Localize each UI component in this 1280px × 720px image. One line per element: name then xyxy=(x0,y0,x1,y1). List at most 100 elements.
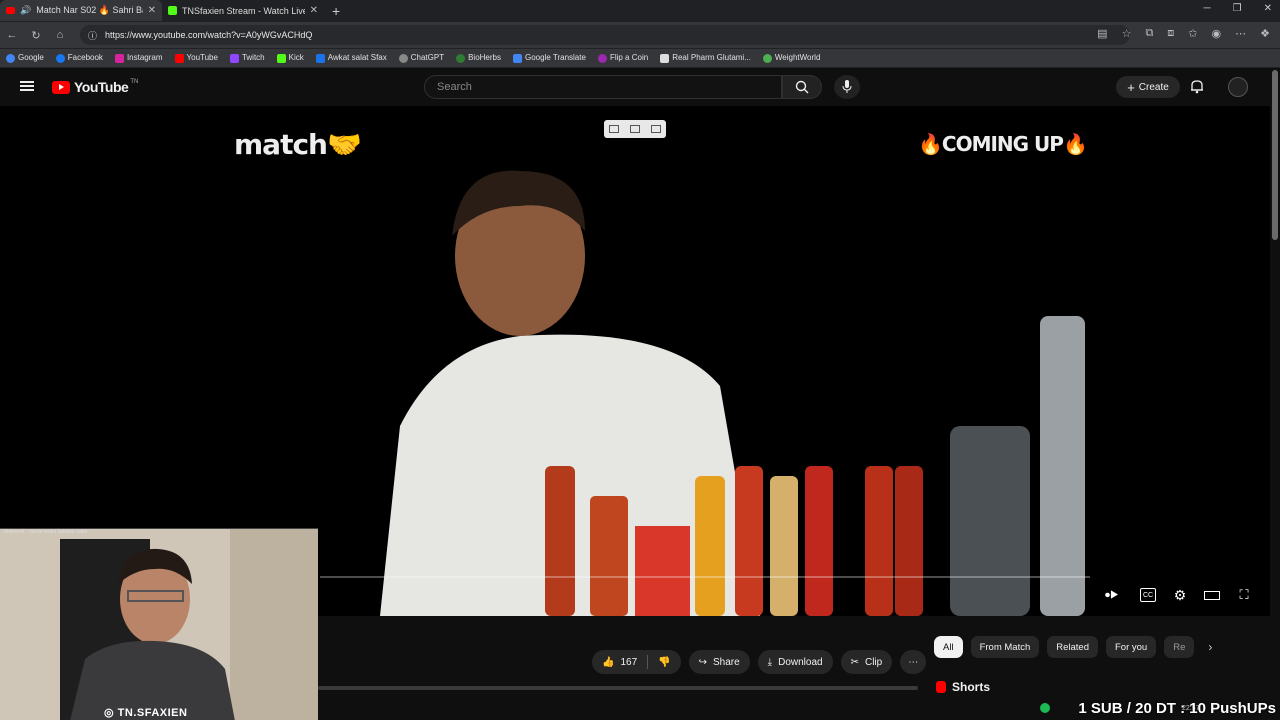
tab-title: Match Nar S02 🔥 Sahri Bah... xyxy=(36,5,142,15)
back-icon[interactable]: ← xyxy=(0,29,24,41)
copilot-icon[interactable]: ❖ xyxy=(1260,27,1270,40)
bookmark-realpharm[interactable]: Real Pharm Glutami... xyxy=(660,53,751,63)
tab-kick[interactable]: TNSfaxien Stream - Watch Live o... ✕ xyxy=(162,0,324,21)
download-icon: ⤓ xyxy=(767,656,773,668)
thumbs-down-icon[interactable]: 👎 xyxy=(658,657,670,668)
recommendation-chips: All From Match Related For you Re › xyxy=(934,636,1212,658)
new-tab-button[interactable]: + xyxy=(332,3,340,19)
bookmark-weightworld[interactable]: WeightWorld xyxy=(762,53,820,63)
extensions-icon[interactable]: ⧉ xyxy=(1145,27,1153,40)
search-button[interactable] xyxy=(782,75,822,99)
tab-strip: 🔊 Match Nar S02 🔥 Sahri Bah... ✕ TNSfaxi… xyxy=(0,0,1280,21)
streamer-handle: ◎ TN.SFAXIEN xyxy=(104,707,188,719)
menu-icon[interactable] xyxy=(20,81,34,91)
settings-gear-icon[interactable]: ⚙ xyxy=(1172,587,1188,603)
search-input[interactable]: Search xyxy=(424,75,782,99)
address-bar-row: ← ↻ ⌂ ⓘ https://www.youtube.com/watch?v=… xyxy=(0,22,1280,48)
close-tab-icon[interactable]: ✕ xyxy=(148,5,156,16)
page-scrollbar[interactable] xyxy=(1272,70,1278,240)
profile-icon[interactable]: ◉ xyxy=(1212,27,1222,40)
video-actions: 👍 167 👎 ↪ Share ⤓ Download ✂ Clip ⋯ xyxy=(592,650,927,674)
chevron-right-icon[interactable]: › xyxy=(1208,640,1212,654)
chip-related[interactable]: Related xyxy=(1047,636,1098,658)
tab-title: TNSfaxien Stream - Watch Live o... xyxy=(182,5,305,16)
speaker-icon[interactable]: 🔊 xyxy=(20,5,31,16)
chip-all[interactable]: All xyxy=(934,636,963,658)
tab-youtube[interactable]: 🔊 Match Nar S02 🔥 Sahri Bah... ✕ xyxy=(0,0,162,21)
home-icon[interactable]: ⌂ xyxy=(48,29,72,41)
microphone-icon xyxy=(842,80,852,93)
bookmark-chatgpt[interactable]: ChatGPT xyxy=(398,53,444,63)
like-count: 167 xyxy=(620,656,638,668)
reader-icon[interactable]: ▤ xyxy=(1097,27,1107,40)
shorts-header: Shorts xyxy=(936,680,990,694)
progress-bar[interactable] xyxy=(320,576,1090,578)
soda-siphon xyxy=(1040,316,1085,616)
close-tab-icon[interactable]: ✕ xyxy=(310,5,318,16)
chip-recent[interactable]: Re xyxy=(1164,636,1195,658)
kick-favicon-icon xyxy=(168,6,177,15)
reload-icon[interactable]: ↻ xyxy=(24,29,48,42)
youtube-logo[interactable]: YouTube TN xyxy=(52,79,138,95)
pip-icon[interactable] xyxy=(609,125,620,133)
download-button[interactable]: ⤓ Download xyxy=(757,650,833,674)
favorites-icon[interactable]: ✩ xyxy=(1188,27,1197,40)
bookmark-flip-coin[interactable]: Flip a Coin xyxy=(597,53,648,63)
chip-for-you[interactable]: For you xyxy=(1106,636,1157,658)
voice-search-button[interactable] xyxy=(834,75,860,99)
favorite-star-icon[interactable]: ☆ xyxy=(1122,27,1132,40)
spotify-icon xyxy=(1040,703,1050,713)
logo-text: YouTube xyxy=(74,79,129,95)
maximize-icon[interactable]: ❐ xyxy=(1233,3,1242,14)
youtube-header: YouTube TN Search + Create xyxy=(0,68,1280,106)
like-button[interactable]: 👍 167 👎 xyxy=(592,650,681,674)
capture-icon[interactable] xyxy=(629,125,640,133)
notifications-button[interactable] xyxy=(1190,79,1204,99)
hot-sauce-bottle xyxy=(735,466,763,616)
bookmark-instagram[interactable]: Instagram xyxy=(114,53,163,63)
chip-from-match[interactable]: From Match xyxy=(970,636,1040,658)
bookmark-twitch[interactable]: Twitch xyxy=(229,53,265,63)
bookmark-kick[interactable]: Kick xyxy=(276,53,304,63)
youtube-play-icon xyxy=(52,80,70,94)
theater-mode-icon[interactable] xyxy=(1204,590,1220,600)
youtube-favicon-icon xyxy=(6,7,15,14)
plus-icon: + xyxy=(1127,79,1135,95)
bookmark-bioherbs[interactable]: BioHerbs xyxy=(456,53,501,63)
more-dots-icon: ⋯ xyxy=(908,656,919,668)
horizontal-scrollbar[interactable] xyxy=(318,686,918,690)
video-overlay-tools xyxy=(604,120,666,138)
hot-sauce-bottle xyxy=(770,476,798,616)
bookmarks-bar: Google Facebook Instagram YouTube Twitch… xyxy=(0,49,1280,67)
country-code: TN xyxy=(130,79,139,85)
hot-sauce-bottle xyxy=(635,526,690,616)
search-icon xyxy=(795,80,809,94)
url-text: https://www.youtube.com/watch?v=A0yWGvAC… xyxy=(105,30,313,40)
minimize-icon[interactable]: ─ xyxy=(1204,3,1211,14)
window-controls: ─ ❐ ✕ xyxy=(1204,3,1272,14)
menu-dots-icon[interactable]: ⋯ xyxy=(1235,27,1246,40)
bookmark-google[interactable]: Google xyxy=(6,53,44,63)
share-button[interactable]: ↪ Share xyxy=(688,650,750,674)
fullscreen-icon[interactable]: ⛶ xyxy=(1236,587,1252,602)
captions-icon[interactable]: CC xyxy=(1140,588,1156,602)
bookmark-facebook[interactable]: Facebook xyxy=(55,53,103,63)
close-window-icon[interactable]: ✕ xyxy=(1264,3,1272,14)
collections-icon[interactable]: ⧈ xyxy=(1167,27,1174,40)
video-frame xyxy=(380,170,1085,616)
info-icon[interactable]: ⓘ xyxy=(88,29,97,42)
avatar[interactable] xyxy=(1228,77,1248,97)
hot-sauce-bottle xyxy=(895,466,923,616)
thumbs-up-icon: 👍 xyxy=(602,656,615,668)
address-bar[interactable]: ⓘ https://www.youtube.com/watch?v=A0yWGv… xyxy=(80,25,1130,45)
shorts-icon xyxy=(936,681,946,693)
chat-message: brokenvfr : mechi enani 3alakhir 3ami xyxy=(4,529,88,535)
edit-icon[interactable] xyxy=(650,125,661,133)
bookmark-translate[interactable]: Google Translate xyxy=(513,53,586,63)
autoplay-toggle-icon[interactable]: ⏺▶ xyxy=(1100,588,1124,602)
bookmark-awkat[interactable]: Awkat salat Sfax xyxy=(315,53,387,63)
more-actions-button[interactable]: ⋯ xyxy=(900,650,927,674)
bookmark-youtube[interactable]: YouTube xyxy=(174,53,218,63)
clip-button[interactable]: ✂ Clip xyxy=(840,650,893,674)
create-button[interactable]: + Create xyxy=(1116,76,1180,98)
